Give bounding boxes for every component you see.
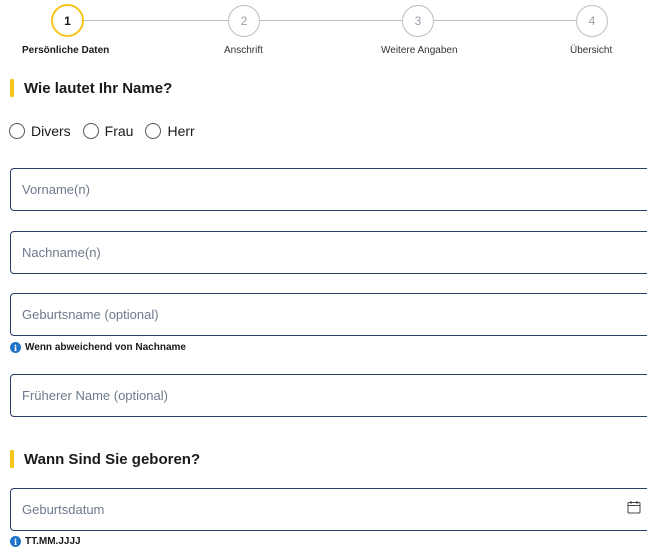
birth-date-hint: i TT.MM.JJJJ: [10, 536, 81, 547]
radio-label: Divers: [31, 123, 71, 139]
radio-button[interactable]: [9, 123, 25, 139]
former-name-placeholder: Früherer Name (optional): [22, 388, 168, 403]
step-2-label: Anschrift: [224, 45, 263, 56]
info-icon: i: [10, 536, 21, 547]
step-1-label: Persönliche Daten: [22, 45, 110, 56]
info-icon: i: [10, 342, 21, 353]
birth-date-placeholder: Geburtsdatum: [22, 502, 105, 517]
step-connector: [260, 20, 402, 21]
name-section-title: Wie lautet Ihr Name?: [24, 79, 173, 97]
step-connector: [434, 20, 576, 21]
radio-label: Frau: [104, 123, 134, 139]
radio-option-frau[interactable]: Frau: [82, 123, 134, 139]
radio-label: Herr: [167, 123, 195, 139]
former-name-field[interactable]: Früherer Name (optional): [10, 374, 647, 417]
calendar-icon[interactable]: [627, 500, 641, 514]
birth-name-hint: i Wenn abweichend von Nachname: [10, 342, 186, 353]
step-3-circle[interactable]: 3: [402, 5, 434, 37]
salutation-radio-group: Divers Frau Herr: [9, 123, 207, 139]
first-name-field[interactable]: Vorname(n): [10, 168, 647, 211]
step-4-label: Übersicht: [570, 45, 613, 56]
name-section-heading: Wie lautet Ihr Name?: [10, 79, 172, 97]
heading-accent-bar: [10, 450, 14, 468]
birth-section-heading: Wann Sind Sie geboren?: [10, 450, 200, 468]
birth-date-hint-text: TT.MM.JJJJ: [25, 536, 81, 547]
heading-accent-bar: [10, 79, 14, 97]
radio-button[interactable]: [145, 123, 162, 139]
radio-button[interactable]: [82, 123, 99, 139]
birth-date-field[interactable]: Geburtsdatum: [10, 488, 647, 531]
step-4-circle[interactable]: 4: [576, 5, 608, 37]
step-2-circle[interactable]: 2: [228, 5, 260, 37]
progress-stepper: 1 2 3 4 Persönliche Daten Anschrift Weit…: [0, 0, 647, 62]
birth-name-field[interactable]: Geburtsname (optional): [10, 293, 647, 336]
birth-section-title: Wann Sind Sie geboren?: [24, 450, 201, 468]
last-name-field[interactable]: Nachname(n): [10, 231, 647, 274]
birth-name-placeholder: Geburtsname (optional): [22, 307, 159, 322]
step-connector: [82, 20, 228, 21]
step-3-label: Weitere Angaben: [381, 45, 458, 56]
radio-option-divers[interactable]: Divers: [9, 123, 71, 139]
radio-option-herr[interactable]: Herr: [145, 123, 195, 139]
last-name-placeholder: Nachname(n): [22, 245, 101, 260]
step-1-circle[interactable]: 1: [51, 4, 84, 37]
first-name-placeholder: Vorname(n): [22, 182, 90, 197]
birth-name-hint-text: Wenn abweichend von Nachname: [25, 342, 186, 353]
